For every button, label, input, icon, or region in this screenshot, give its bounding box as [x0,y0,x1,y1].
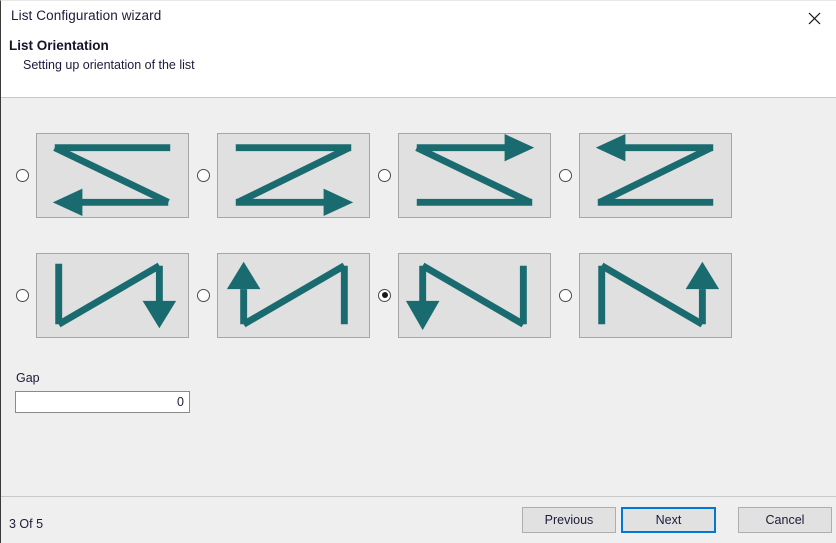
radio-orientation-5[interactable] [16,288,29,302]
wizard-body: Gap [1,99,836,497]
orientation-row-vertical [1,235,836,355]
radio-orientation-1[interactable] [16,168,29,182]
orientation-preview-8[interactable] [579,252,732,338]
zigzag-right-top-icon [415,133,535,206]
zigzag-left-bottom-icon [52,143,171,216]
orientation-option-8[interactable] [559,235,732,355]
orientation-option-6[interactable] [197,235,370,355]
zigzag-down-left-icon [405,262,527,330]
orientation-option-2[interactable] [197,115,370,235]
radio-orientation-6[interactable] [197,288,210,302]
zigzag-left-top-icon [595,133,714,206]
list-configuration-wizard-window: List Configuration wizard List Orientati… [0,0,836,543]
zigzag-right-bottom-icon [235,143,354,216]
orientation-preview-3[interactable] [398,132,551,218]
radio-orientation-4[interactable] [559,168,572,182]
previous-button[interactable]: Previous [522,507,616,533]
orientation-preview-2[interactable] [217,132,370,218]
close-icon [808,12,820,24]
orientation-preview-1[interactable] [36,132,189,218]
radio-orientation-7[interactable] [378,288,391,302]
gap-label: Gap [16,371,40,385]
orientation-option-4[interactable] [559,115,732,235]
window-header: List Configuration wizard List Orientati… [1,1,836,98]
cancel-button[interactable]: Cancel [738,507,832,533]
radio-orientation-3[interactable] [378,168,391,182]
orientation-row-horizontal [1,115,836,235]
close-button[interactable] [798,3,830,33]
orientation-preview-6[interactable] [217,252,370,338]
radio-orientation-2[interactable] [197,168,210,182]
page-subtitle: Setting up orientation of the list [23,58,195,72]
orientation-option-5[interactable] [16,235,189,355]
orientation-option-7[interactable] [378,235,551,355]
zigzag-up-left-icon [226,261,348,327]
zigzag-down-right-icon [55,262,177,328]
gap-input[interactable] [15,391,190,413]
zigzag-up-right-icon [598,261,720,327]
page-indicator: 3 Of 5 [9,517,44,531]
radio-orientation-8[interactable] [559,288,572,302]
orientation-option-3[interactable] [378,115,551,235]
wizard-footer: 3 Of 5 Previous Next Cancel [1,496,836,543]
window-title: List Configuration wizard [11,8,162,23]
orientation-preview-7[interactable] [398,252,551,338]
orientation-preview-5[interactable] [36,252,189,338]
page-title: List Orientation [9,38,109,53]
orientation-option-1[interactable] [16,115,189,235]
next-button[interactable]: Next [621,507,716,533]
orientation-preview-4[interactable] [579,132,732,218]
